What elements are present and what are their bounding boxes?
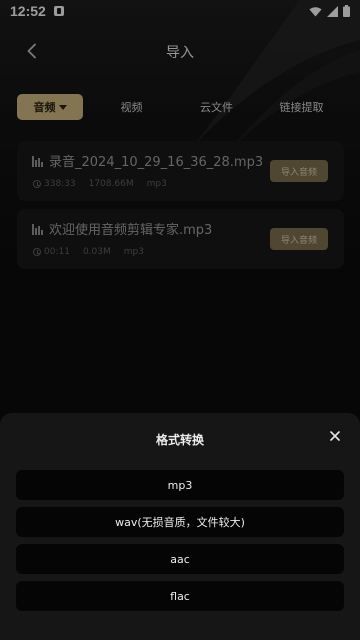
close-icon — [330, 431, 340, 441]
app-screen: 12:52 导入 音频 视频 云文件 链接提取 录音_2024_10_29_16… — [0, 0, 360, 640]
format-option-wav[interactable]: wav(无损音质，文件较大) — [16, 507, 344, 537]
format-option-flac[interactable]: flac — [16, 581, 344, 611]
format-option-aac[interactable]: aac — [16, 544, 344, 574]
sheet-title: 格式转换 — [155, 433, 204, 447]
close-button[interactable] — [328, 429, 342, 443]
format-option-mp3[interactable]: mp3 — [16, 470, 344, 500]
format-convert-sheet: 格式转换 mp3 wav(无损音质，文件较大) aac flac — [0, 413, 360, 640]
